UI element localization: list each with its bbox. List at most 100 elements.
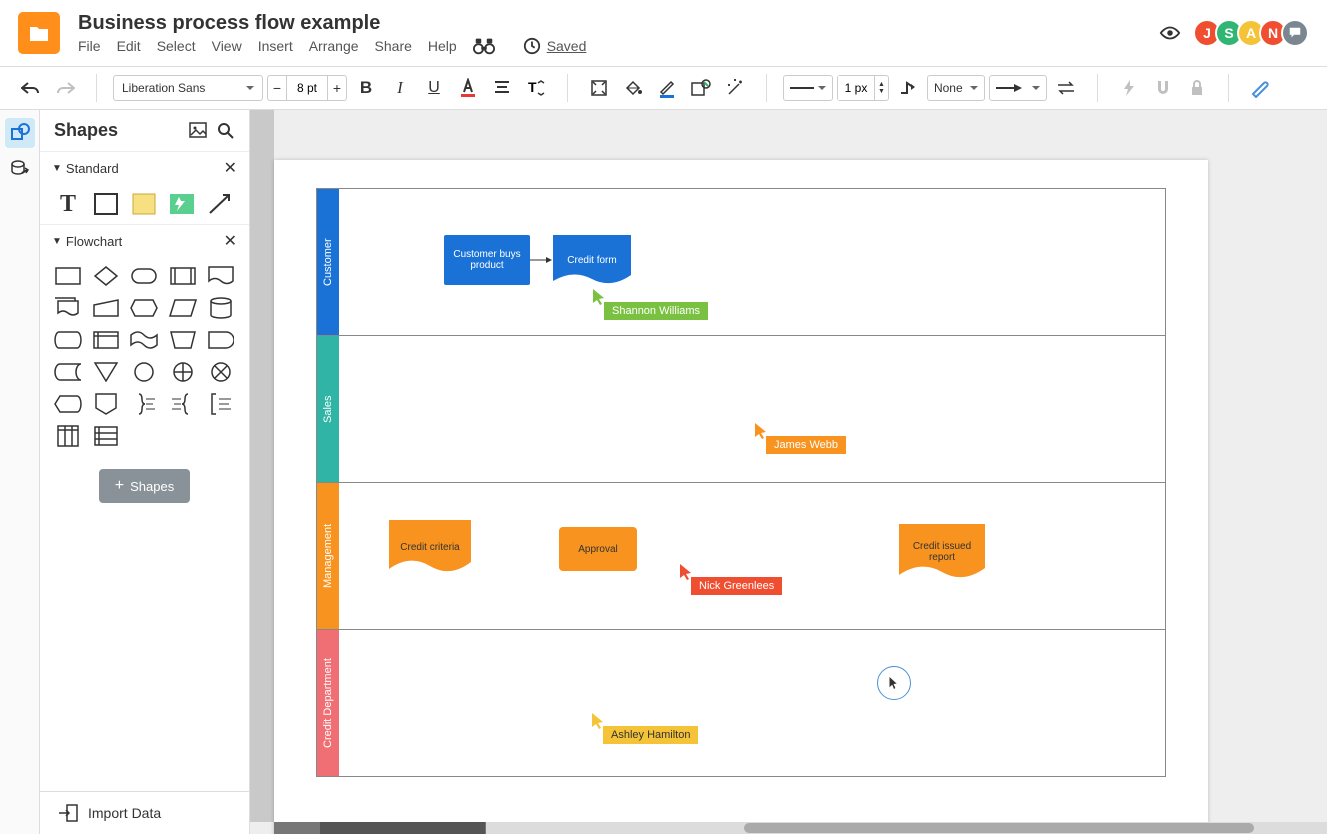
text-options-button[interactable]: T: [521, 73, 551, 103]
shape-multidoc[interactable]: [54, 297, 82, 319]
menu-share[interactable]: Share: [375, 38, 412, 54]
doc-title[interactable]: Business process flow example: [78, 12, 1159, 35]
settings-button[interactable]: [1245, 73, 1275, 103]
menu-arrange[interactable]: Arrange: [309, 38, 359, 54]
eye-icon[interactable]: [1159, 25, 1181, 41]
lane-label-sales[interactable]: Sales: [317, 336, 339, 482]
shape-data[interactable]: [169, 297, 197, 319]
shape-note2[interactable]: [207, 393, 235, 415]
lane-customer[interactable]: Customer Customer buys product Credit fo…: [317, 189, 1165, 336]
menu-select[interactable]: Select: [157, 38, 196, 54]
shape-tape[interactable]: [130, 329, 158, 351]
font-family-select[interactable]: Liberation Sans: [113, 75, 263, 101]
redo-button[interactable]: [50, 73, 80, 103]
shape-delay[interactable]: [207, 329, 235, 351]
shape-sum[interactable]: [207, 361, 235, 383]
shape-process[interactable]: [54, 265, 82, 287]
search-icon[interactable]: [217, 122, 235, 140]
shape-input[interactable]: [92, 297, 120, 319]
node-credit-form[interactable]: Credit form: [553, 235, 631, 285]
underline-button[interactable]: U: [419, 73, 449, 103]
shape-terminator[interactable]: [130, 265, 158, 287]
shape-directdata[interactable]: [54, 329, 82, 351]
shape-or[interactable]: [169, 361, 197, 383]
shape-manual[interactable]: [169, 329, 197, 351]
shape-decision[interactable]: [92, 265, 120, 287]
magic-button[interactable]: [720, 73, 750, 103]
shape-stored[interactable]: [54, 361, 82, 383]
lane-label-credit[interactable]: Credit Department: [317, 630, 339, 776]
undo-button[interactable]: [16, 73, 46, 103]
selection-cursor[interactable]: [877, 666, 911, 700]
lane-credit-dept[interactable]: Credit Department Ashley Hamilton: [317, 630, 1165, 776]
rail-shapes[interactable]: [5, 118, 35, 148]
lane-sales[interactable]: Sales James Webb: [317, 336, 1165, 483]
save-status[interactable]: Saved: [523, 37, 587, 55]
import-data-button[interactable]: Import Data: [40, 791, 249, 834]
shape-offpage[interactable]: [92, 393, 120, 415]
shape-style-button[interactable]: [686, 73, 716, 103]
shape-db[interactable]: [207, 297, 235, 319]
font-size-decrease[interactable]: −: [268, 80, 286, 96]
canvas-area[interactable]: Customer Customer buys product Credit fo…: [250, 110, 1327, 834]
shape-display[interactable]: [54, 393, 82, 415]
line-style-select[interactable]: [783, 75, 833, 101]
font-size-input[interactable]: [286, 76, 328, 100]
border-color-button[interactable]: [652, 73, 682, 103]
menu-edit[interactable]: Edit: [117, 38, 141, 54]
node-credit-criteria[interactable]: Credit criteria: [389, 520, 471, 574]
menu-view[interactable]: View: [212, 38, 242, 54]
text-color-button[interactable]: [453, 73, 483, 103]
menu-help[interactable]: Help: [428, 38, 457, 54]
shape-text[interactable]: T: [54, 192, 82, 216]
line-width-input[interactable]: [838, 76, 874, 100]
swimlane-container[interactable]: Customer Customer buys product Credit fo…: [316, 188, 1166, 777]
shape-connector[interactable]: [130, 361, 158, 383]
lock-button[interactable]: [1182, 73, 1212, 103]
menu-file[interactable]: File: [78, 38, 101, 54]
close-icon[interactable]: ✕: [224, 158, 237, 178]
shape-fit-button[interactable]: [584, 73, 614, 103]
shape-brace-left[interactable]: [169, 393, 197, 415]
node-credit-issued[interactable]: Credit issued report: [899, 524, 985, 580]
shape-merge[interactable]: [92, 361, 120, 383]
shape-note[interactable]: [130, 192, 158, 216]
shape-swim-v[interactable]: [54, 425, 82, 447]
node-approval[interactable]: Approval: [559, 527, 637, 571]
line-width-stepper[interactable]: ▲▼: [874, 76, 888, 100]
line-route-button[interactable]: [893, 73, 923, 103]
panel-standard-header[interactable]: ▼ Standard ✕: [40, 151, 249, 184]
bold-button[interactable]: B: [351, 73, 381, 103]
magnet-button[interactable]: [1148, 73, 1178, 103]
binoculars-icon[interactable]: [473, 37, 495, 55]
canvas-page[interactable]: Customer Customer buys product Credit fo…: [274, 160, 1208, 834]
shape-swim-h[interactable]: [92, 425, 120, 447]
align-button[interactable]: [487, 73, 517, 103]
arrow-start-select[interactable]: None: [927, 75, 985, 101]
shape-brace-right[interactable]: [130, 393, 158, 415]
panel-flowchart-header[interactable]: ▼ Flowchart ✕: [40, 224, 249, 257]
shape-predef[interactable]: [169, 265, 197, 287]
shape-internal[interactable]: [92, 329, 120, 351]
shape-hotspot[interactable]: [168, 192, 196, 216]
flash-button[interactable]: [1114, 73, 1144, 103]
shape-doc[interactable]: [207, 265, 235, 287]
font-size-increase[interactable]: +: [328, 80, 346, 96]
app-logo[interactable]: [18, 12, 60, 54]
comments-button[interactable]: [1281, 19, 1309, 47]
lane-management[interactable]: Management Credit criteria Approval Cred…: [317, 483, 1165, 630]
shape-rectangle[interactable]: [92, 192, 120, 216]
fill-color-button[interactable]: [618, 73, 648, 103]
horizontal-scrollbar[interactable]: [274, 822, 1327, 834]
shape-prep[interactable]: [130, 297, 158, 319]
swap-arrows-button[interactable]: [1051, 73, 1081, 103]
more-shapes-button[interactable]: +Shapes: [99, 469, 190, 503]
close-icon[interactable]: ✕: [224, 231, 237, 251]
lane-label-customer[interactable]: Customer: [317, 189, 339, 335]
menu-insert[interactable]: Insert: [258, 38, 293, 54]
rail-data[interactable]: [5, 154, 35, 184]
arrow-end-select[interactable]: [989, 75, 1047, 101]
node-customer-buys[interactable]: Customer buys product: [444, 235, 530, 285]
lane-label-management[interactable]: Management: [317, 483, 339, 629]
shape-arrow[interactable]: [206, 192, 234, 216]
